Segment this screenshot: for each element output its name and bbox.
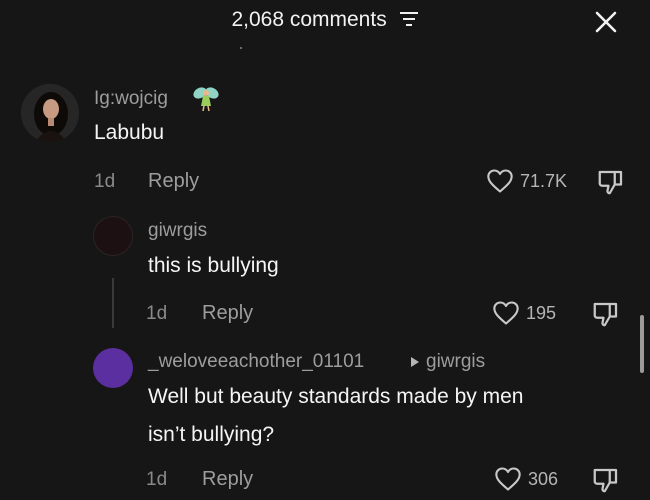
comment-username[interactable]: giwrgis (148, 220, 207, 242)
like-count: 195 (526, 302, 557, 323)
comment-time: 1d (146, 469, 168, 490)
reply-to-username[interactable]: giwrgis (426, 351, 485, 373)
comments-title: 2,068 comments (0, 8, 650, 32)
comment-time: 1d (94, 171, 116, 192)
divider-dot (240, 47, 242, 49)
thread-line (112, 278, 114, 328)
reply-button[interactable]: Reply (148, 170, 199, 193)
dislike-icon[interactable] (591, 465, 621, 495)
close-icon[interactable] (593, 9, 619, 35)
heart-icon (487, 169, 513, 193)
like-button[interactable]: 195 (492, 300, 556, 326)
comment-time: 1d (146, 303, 168, 324)
dislike-icon[interactable] (596, 167, 626, 197)
avatar[interactable] (93, 216, 133, 256)
comment-text: Labubu (94, 121, 165, 144)
reply-button[interactable]: Reply (202, 468, 253, 491)
filter-icon[interactable] (399, 11, 419, 27)
reply-button[interactable]: Reply (202, 302, 253, 325)
comment-username[interactable]: Ig:wojcig (94, 88, 168, 110)
like-count: 306 (528, 468, 559, 489)
comment-username[interactable]: _weloveeachother_01101 (148, 351, 364, 373)
heart-icon (495, 467, 521, 491)
scrollbar[interactable] (640, 315, 644, 373)
comment-count: 2,068 comments (231, 8, 387, 31)
comment-text: this is bullying (148, 254, 279, 277)
dislike-icon[interactable] (591, 299, 621, 329)
like-button[interactable]: 71.7K (486, 168, 567, 194)
avatar[interactable] (93, 348, 133, 388)
comments-header: 2,068 comments (0, 0, 650, 48)
reply-arrow-icon (411, 357, 419, 367)
avatar[interactable] (21, 84, 79, 142)
comment-text: Well but beauty standards made by men (148, 385, 524, 408)
like-button[interactable]: 306 (494, 466, 558, 492)
heart-icon (493, 301, 519, 325)
comment-text-line2: isn’t bullying? (148, 423, 275, 446)
fairy-icon (193, 87, 219, 112)
like-count: 71.7K (520, 170, 568, 191)
